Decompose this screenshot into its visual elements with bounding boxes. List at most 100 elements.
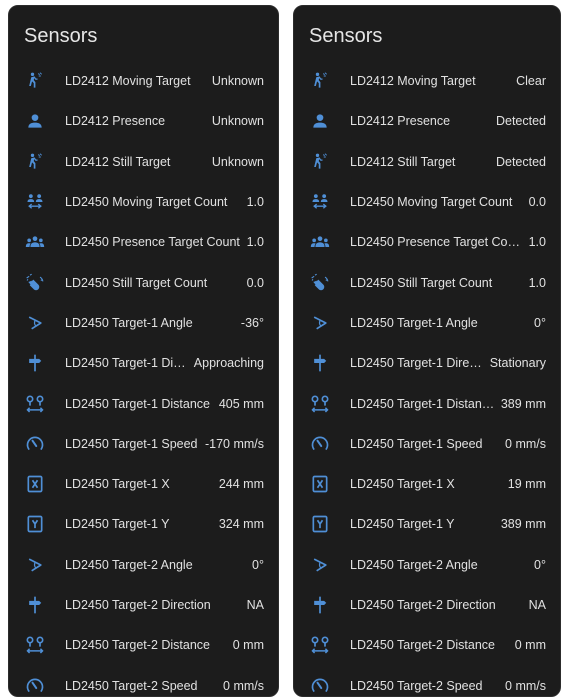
angle-icon [310, 555, 330, 575]
x-box-icon [310, 474, 330, 494]
signpost-icon [25, 595, 45, 615]
entity-name: LD2450 Target-1 Y [350, 517, 455, 532]
person-icon [25, 111, 45, 131]
entity-row[interactable]: LD2450 Presence Target Count 1.0 [9, 222, 278, 262]
entity-state: 0 mm/s [505, 436, 546, 451]
entity-row[interactable]: LD2412 Still Target Detected [294, 142, 560, 182]
entity-row[interactable]: LD2450 Moving Target Count 1.0 [9, 182, 278, 222]
entity-state: 389 mm [500, 396, 546, 411]
entity-state: -36° [240, 315, 264, 330]
entity-row[interactable]: LD2450 Target-2 Speed 0 mm/s [9, 665, 278, 696]
speedometer-icon [310, 434, 330, 454]
entity-row[interactable]: LD2450 Target-2 Angle 0° [294, 545, 560, 585]
entity-row[interactable]: LD2450 Presence Target Count 1.0 [294, 222, 560, 262]
entity-state: 244 mm [218, 477, 264, 492]
entity-state: 0.0 [246, 275, 264, 290]
entity-row[interactable]: LD2450 Still Target Count 1.0 [294, 262, 560, 302]
entity-name: LD2412 Moving Target [65, 74, 191, 89]
entity-list: LD2412 Moving Target Clear LD2412 Presence… [294, 61, 560, 696]
entity-state: 405 mm [218, 396, 264, 411]
entity-row[interactable]: LD2412 Moving Target Unknown [9, 61, 278, 101]
entity-name: LD2450 Target-1 X [350, 477, 455, 492]
entity-state: Approaching [193, 356, 264, 371]
entity-row[interactable]: LD2450 Target-1 Distance 389 mm [294, 383, 560, 423]
entity-row[interactable]: LD2450 Target-1 Distance 405 mm [9, 383, 278, 423]
entity-state: Detected [495, 154, 546, 169]
entity-name: LD2450 Moving Target Count [350, 195, 513, 210]
entity-row[interactable]: LD2450 Target-1 X 19 mm [294, 464, 560, 504]
entity-state: 1.0 [246, 195, 264, 210]
entity-state: Clear [516, 74, 546, 89]
entity-state: 389 mm [500, 517, 546, 532]
speedometer-icon [25, 434, 45, 454]
entity-row[interactable]: LD2450 Target-1 Speed -170 mm/s [9, 424, 278, 464]
walking-motion-icon [310, 152, 330, 172]
entity-name: LD2450 Still Target Count [65, 275, 208, 290]
map-distance-icon [310, 394, 330, 414]
speedometer-icon [25, 676, 45, 696]
entity-row[interactable]: LD2450 Target-1 Angle -36° [9, 303, 278, 343]
entity-state: 324 mm [218, 517, 264, 532]
entity-list: LD2412 Moving Target Unknown LD2412 Presen… [9, 61, 278, 696]
entity-name: LD2450 Target-1 Direction [350, 356, 484, 371]
entity-row[interactable]: LD2450 Target-1 Direction Approaching [9, 343, 278, 383]
entity-row[interactable]: LD2450 Target-2 Distance 0 mm [294, 625, 560, 665]
entity-name: LD2450 Target-1 Distance [65, 396, 210, 411]
entity-name: LD2412 Presence [350, 114, 451, 129]
entity-row[interactable]: LD2450 Target-2 Angle 0° [9, 545, 278, 585]
entity-row[interactable]: LD2412 Presence Unknown [9, 101, 278, 141]
entity-name: LD2450 Target-1 X [65, 477, 170, 492]
entity-name: LD2450 Target-2 Direction [65, 598, 211, 612]
walking-motion-icon [25, 71, 45, 91]
entity-row[interactable]: LD2450 Target-2 Distance 0 mm [9, 625, 278, 665]
entity-name: LD2450 Target-1 Speed [350, 436, 483, 451]
entity-name: LD2450 Target-1 Direction [65, 356, 188, 371]
entity-row[interactable]: LD2412 Moving Target Clear [294, 61, 560, 101]
entity-row[interactable]: LD2450 Target-1 Direction Stationary [294, 343, 560, 383]
entity-name: LD2450 Presence Target Count [350, 235, 523, 250]
entity-name: LD2450 Target-2 Angle [350, 557, 478, 572]
entity-state: 1.0 [528, 275, 546, 290]
map-distance-icon [25, 394, 45, 414]
entity-row[interactable]: LD2450 Target-1 Speed 0 mm/s [294, 424, 560, 464]
entity-name: LD2450 Still Target Count [350, 275, 493, 290]
entity-name: LD2450 Target-1 Distance [350, 396, 495, 411]
signpost-icon [310, 353, 330, 373]
sensors-card-right: Sensors LD2412 Moving Target Clear LD2412 … [293, 5, 561, 697]
entity-row[interactable]: LD2450 Target-2 Speed 0 mm/s [294, 665, 560, 696]
angle-icon [25, 313, 45, 333]
sensors-card-left: Sensors LD2412 Moving Target Unknown LD241… [8, 5, 279, 697]
entity-state: Unknown [211, 74, 264, 89]
entity-state: 19 mm [507, 477, 546, 492]
entity-state: 1.0 [246, 235, 264, 250]
entity-row[interactable]: LD2450 Target-2 Direction NA [294, 585, 560, 625]
entity-row[interactable]: LD2450 Target-1 X 244 mm [9, 464, 278, 504]
entity-row[interactable]: LD2450 Still Target Count 0.0 [9, 262, 278, 302]
people-arrows-icon [25, 192, 45, 212]
people-group-icon [25, 232, 45, 252]
entity-state: Detected [495, 114, 546, 129]
x-box-icon [25, 474, 45, 494]
map-distance-icon [25, 635, 45, 655]
signpost-icon [25, 353, 45, 373]
entity-name: LD2412 Presence [65, 114, 166, 129]
card-title: Sensors [309, 25, 383, 47]
entity-row[interactable]: LD2450 Target-1 Angle 0° [294, 303, 560, 343]
y-box-icon [25, 514, 45, 534]
entity-row[interactable]: LD2450 Moving Target Count 0.0 [294, 182, 560, 222]
entity-state: Unknown [211, 154, 264, 169]
entity-state: 0 mm/s [223, 678, 264, 693]
walking-motion-icon [25, 152, 45, 172]
entity-name: LD2450 Moving Target Count [65, 195, 228, 210]
entity-state: 0° [534, 557, 546, 572]
entity-state: Unknown [211, 114, 264, 129]
entity-state: NA [246, 598, 264, 612]
entity-row[interactable]: LD2450 Target-1 Y 389 mm [294, 504, 560, 544]
entity-state: Stationary [489, 356, 546, 371]
person-icon [310, 111, 330, 131]
entity-row[interactable]: LD2412 Presence Detected [294, 101, 560, 141]
entity-row[interactable]: LD2450 Target-2 Direction NA [9, 585, 278, 625]
entity-row[interactable]: LD2450 Target-1 Y 324 mm [9, 504, 278, 544]
hand-wave-icon [25, 273, 45, 293]
entity-row[interactable]: LD2412 Still Target Unknown [9, 142, 278, 182]
